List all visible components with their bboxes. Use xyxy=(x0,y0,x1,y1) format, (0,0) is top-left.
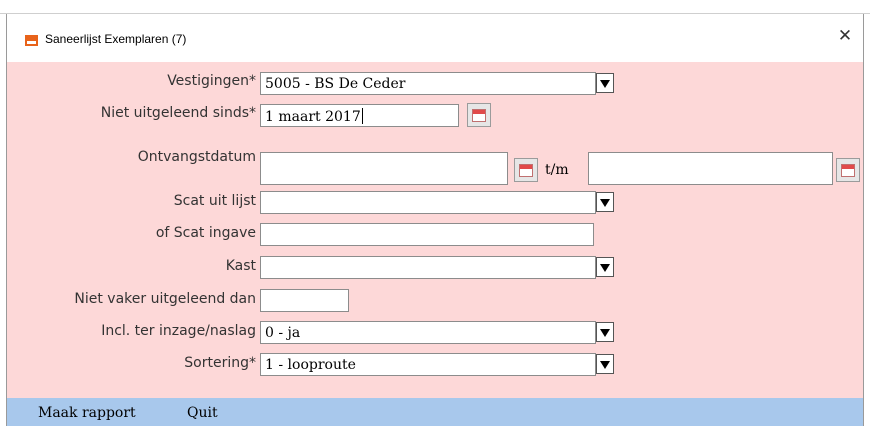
sortering-dropdown-icon[interactable] xyxy=(596,354,614,374)
scat-ingave-input[interactable] xyxy=(260,223,594,246)
niet-uitgeleend-sinds-input[interactable]: 1 maart 2017 xyxy=(260,104,459,127)
niet-uitgeleend-sinds-label: Niet uitgeleend sinds* xyxy=(100,105,256,121)
scat-ingave-label: of Scat ingave xyxy=(155,225,256,241)
scat-uit-lijst-select[interactable] xyxy=(260,191,596,214)
ontvangstdatum-from-input[interactable] xyxy=(260,152,508,185)
filter-form: Vestigingen* 5005 - BS De Ceder Niet uit… xyxy=(7,62,863,398)
calendar-icon[interactable] xyxy=(467,103,491,127)
scat-uit-lijst-dropdown-icon[interactable] xyxy=(596,192,614,212)
text-caret xyxy=(361,108,363,124)
vestigingen-dropdown-icon[interactable] xyxy=(596,73,614,93)
action-bar: Maak rapport Quit xyxy=(7,398,863,426)
dialog-window: Saneerlijst Exemplaren (7) ✕ Vestigingen… xyxy=(6,14,864,426)
vestigingen-select[interactable]: 5005 - BS De Ceder xyxy=(260,72,596,95)
niet-vaker-uitgeleend-input[interactable] xyxy=(260,289,349,312)
make-report-button[interactable]: Maak rapport xyxy=(38,405,136,421)
kast-dropdown-icon[interactable] xyxy=(596,257,614,277)
calendar-to-icon[interactable] xyxy=(836,158,860,182)
calendar-from-icon-body xyxy=(519,164,533,177)
kast-select[interactable] xyxy=(260,256,596,279)
vestigingen-label: Vestigingen* xyxy=(167,73,256,89)
title-bar: Saneerlijst Exemplaren (7) ✕ xyxy=(7,14,863,62)
ontvangstdatum-label: Ontvangstdatum xyxy=(137,149,256,165)
kast-label: Kast xyxy=(225,258,256,274)
niet-uitgeleend-sinds-value: 1 maart 2017 xyxy=(265,109,361,125)
ontvangstdatum-to-input[interactable] xyxy=(588,152,833,185)
incl-ter-inzage-label: Incl. ter inzage/naslag xyxy=(101,323,256,339)
sortering-select[interactable]: 1 - looproute xyxy=(260,353,596,376)
date-range-separator: t/m xyxy=(545,162,569,178)
calendar-icon-body xyxy=(472,109,486,122)
app-icon xyxy=(25,35,38,46)
niet-vaker-uitgeleend-label: Niet vaker uitgeleend dan xyxy=(74,291,256,307)
scat-uit-lijst-label: Scat uit lijst xyxy=(173,193,256,209)
window-title: Saneerlijst Exemplaren (7) xyxy=(45,32,187,46)
calendar-to-icon-body xyxy=(841,164,855,177)
close-icon[interactable]: ✕ xyxy=(835,26,855,46)
incl-ter-inzage-select[interactable]: 0 - ja xyxy=(260,321,596,344)
quit-button[interactable]: Quit xyxy=(187,405,218,421)
incl-ter-inzage-dropdown-icon[interactable] xyxy=(596,322,614,342)
screen-top-strip xyxy=(0,0,870,14)
sortering-label: Sortering* xyxy=(184,355,256,371)
calendar-from-icon[interactable] xyxy=(514,158,538,182)
